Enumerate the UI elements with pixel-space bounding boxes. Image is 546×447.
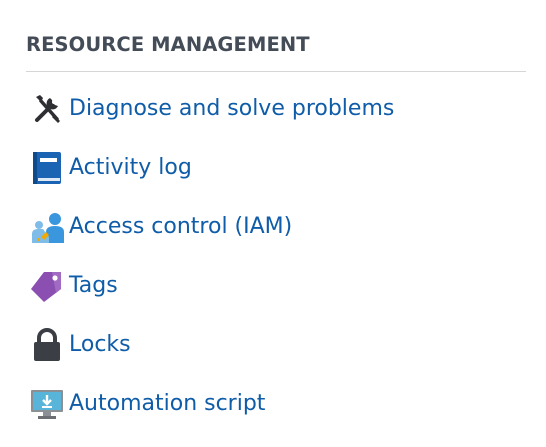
- section-title: RESOURCE MANAGEMENT: [26, 33, 310, 56]
- menu-item-label: Access control (IAM): [69, 214, 293, 239]
- section-header: RESOURCE MANAGEMENT: [26, 30, 526, 72]
- book-icon: [30, 151, 64, 185]
- menu-item-access-control[interactable]: Access control (IAM): [26, 204, 526, 263]
- menu-item-label: Activity log: [69, 155, 192, 180]
- menu-item-activity-log[interactable]: Activity log: [26, 145, 526, 204]
- menu-item-locks[interactable]: Locks: [26, 322, 526, 381]
- menu-item-tags[interactable]: Tags: [26, 263, 526, 322]
- menu-item-automation-script[interactable]: Automation script: [26, 381, 526, 440]
- resource-management-menu: Diagnose and solve problems Activity log: [26, 86, 526, 440]
- menu-item-label: Tags: [69, 273, 118, 298]
- users-icon: [30, 210, 64, 244]
- menu-item-label: Locks: [69, 332, 131, 357]
- menu-item-label: Diagnose and solve problems: [69, 96, 395, 121]
- menu-item-label: Automation script: [69, 391, 266, 416]
- menu-item-diagnose[interactable]: Diagnose and solve problems: [26, 86, 526, 145]
- monitor-download-icon: [30, 387, 64, 421]
- wrench-screwdriver-icon: [30, 92, 64, 126]
- tag-icon: [30, 269, 64, 303]
- lock-icon: [30, 328, 64, 362]
